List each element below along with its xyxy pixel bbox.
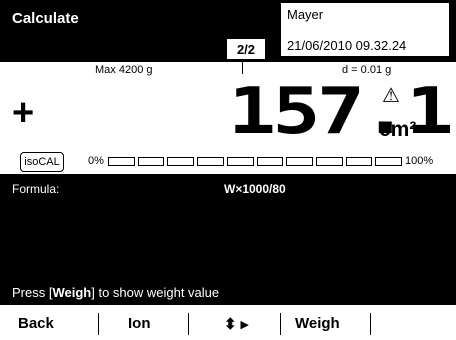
formula-label: Formula: xyxy=(12,182,60,196)
weighing-range-marker xyxy=(242,62,243,74)
info-panel: Formula: W×1000/80 Press [Weigh] to show… xyxy=(0,174,456,305)
softkey-bar: Back Ion ⬍ ▸ Weigh xyxy=(0,305,456,340)
softkey-divider xyxy=(98,313,99,335)
range-max-label: 100% xyxy=(405,155,434,167)
capacity-bar-segment xyxy=(375,157,403,166)
back-softkey[interactable]: Back xyxy=(18,315,54,332)
date-time: 21/06/2010 09.32.24 xyxy=(287,38,407,53)
result-unit: cm² xyxy=(379,118,417,141)
header-bar: Calculate 2/2 Mayer 21/06/2010 09.32.24 xyxy=(0,0,456,62)
weigh-softkey[interactable]: Weigh xyxy=(295,315,340,332)
capacity-bar-segment xyxy=(167,157,195,166)
capacity-bar xyxy=(108,157,403,166)
instruction-suffix: ] to show weight value xyxy=(91,285,220,300)
result-value: 157.1 xyxy=(228,75,454,149)
capacity-bar-segment xyxy=(256,157,284,166)
isocal-button[interactable]: isoCAL xyxy=(20,152,64,172)
sign-indicator: + xyxy=(12,92,35,134)
capacity-bar-segment xyxy=(197,157,224,166)
warning-icon: ⚠ xyxy=(382,85,400,107)
softkey-divider xyxy=(370,313,371,335)
capacity-bar-segment xyxy=(226,157,254,166)
instruction-text: Press [Weigh] to show weight value xyxy=(12,285,219,300)
max-capacity-label: Max 4200 g xyxy=(95,64,153,76)
softkey-divider xyxy=(188,313,189,335)
ion-softkey[interactable]: Ion xyxy=(128,315,151,332)
capacity-bar-segment xyxy=(137,157,165,166)
page-indicator: 2/2 xyxy=(227,39,265,59)
capacity-bar-segment xyxy=(286,157,313,166)
user-info-box: Mayer 21/06/2010 09.32.24 xyxy=(280,2,450,57)
instruction-key: Weigh xyxy=(52,285,92,300)
capacity-bar-segment xyxy=(345,157,373,166)
screen-title: Calculate xyxy=(12,10,79,27)
user-name: Mayer xyxy=(287,7,324,22)
range-min-label: 0% xyxy=(88,155,104,167)
capacity-bar-segment xyxy=(108,157,135,166)
capacity-bar-segment xyxy=(315,157,343,166)
instruction-prefix: Press [ xyxy=(12,285,53,300)
formula-value: W×1000/80 xyxy=(224,182,286,196)
softkey-divider xyxy=(280,313,281,335)
navigate-softkey[interactable]: ⬍ ▸ xyxy=(224,315,248,333)
